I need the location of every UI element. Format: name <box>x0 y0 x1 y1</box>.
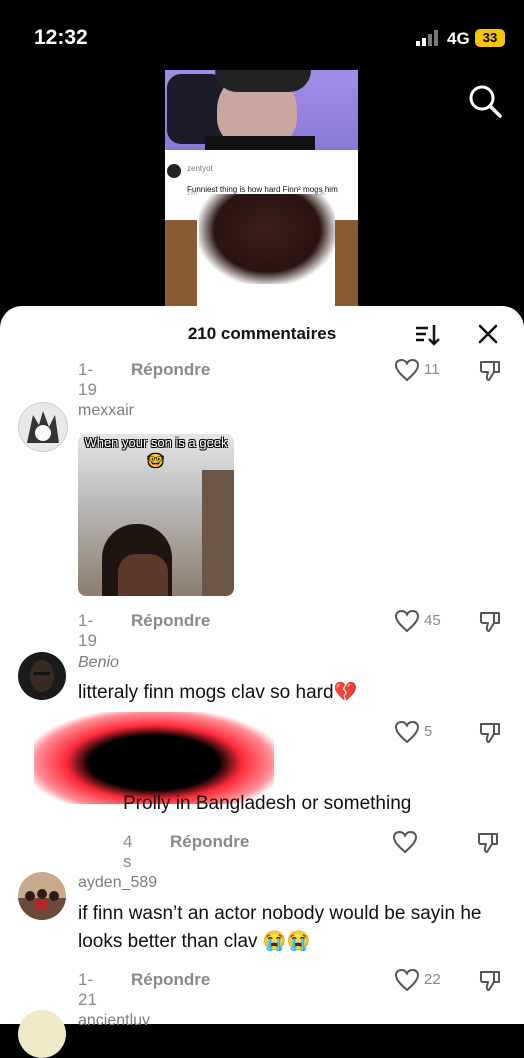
comment-username[interactable]: ayden_589 <box>78 874 157 892</box>
like-button[interactable]: 45 <box>394 609 454 635</box>
video-blur <box>199 194 335 284</box>
heart-icon <box>394 720 420 744</box>
avatar[interactable] <box>18 402 68 452</box>
like-button[interactable]: 22 <box>394 968 454 994</box>
avatar[interactable] <box>18 872 66 920</box>
reply-button[interactable]: Répondre <box>131 970 210 990</box>
status-time: 12:32 <box>34 26 88 49</box>
sort-icon[interactable] <box>414 322 440 348</box>
video-shirt <box>205 136 315 150</box>
dislike-icon[interactable] <box>478 358 502 382</box>
video-wood-left <box>165 220 197 310</box>
comment-text: if finn wasn’t an actor nobody would be … <box>78 903 482 952</box>
comment-username[interactable]: Benio <box>78 654 119 672</box>
gif-caption: When your son is a geek🤓 <box>84 435 228 468</box>
comment-username[interactable]: ancientluv <box>78 1012 150 1030</box>
like-button[interactable]: 5 <box>394 720 454 746</box>
dislike-icon[interactable] <box>478 609 502 633</box>
signal-icon <box>416 30 438 46</box>
comment-text: litteraly finn mogs clav so hard💔 <box>78 682 358 703</box>
heart-icon <box>394 609 420 633</box>
comments-sheet: 210 commentaires 1-19 Répondre 11 mexxai… <box>0 306 524 1058</box>
battery-icon: 33 <box>475 29 505 47</box>
comment-date: 1-19 <box>78 360 97 399</box>
like-count: 45 <box>424 612 441 629</box>
heart-icon <box>394 358 420 382</box>
comment-date: 1-19 <box>78 611 97 650</box>
gif-wall <box>202 470 234 596</box>
reply-button[interactable]: Répondre <box>131 611 210 631</box>
like-count: 5 <box>424 723 433 740</box>
like-count: 22 <box>424 971 441 988</box>
video-wood-right <box>335 220 358 310</box>
network-type: 4G <box>447 29 470 48</box>
gif-face <box>118 554 168 596</box>
reply-text: Prolly in Bangladesh or something <box>123 793 412 814</box>
comment-date: 1-21 <box>78 970 97 1009</box>
video-comment-age: 15h <box>187 191 198 197</box>
comment-date: 4 s <box>123 832 133 871</box>
video-comment-username: zentyot <box>187 164 213 173</box>
dislike-icon[interactable] <box>478 968 502 992</box>
video-comment-avatar <box>167 164 181 178</box>
like-button[interactable]: 11 <box>394 358 454 384</box>
close-icon[interactable] <box>476 322 500 346</box>
dislike-icon[interactable] <box>476 830 500 854</box>
avatar[interactable] <box>18 1010 66 1058</box>
reply-button[interactable]: Répondre <box>131 360 210 380</box>
status-bar: 12:32 4G 33 <box>0 0 524 70</box>
like-button[interactable] <box>392 830 452 856</box>
avatar[interactable] <box>18 652 66 700</box>
like-count: 11 <box>424 361 440 378</box>
video-hair <box>215 70 311 92</box>
comments-count-title: 210 commentaires <box>187 324 337 343</box>
reply-button[interactable]: Répondre <box>170 832 249 852</box>
heart-icon <box>392 830 418 854</box>
comment-gif[interactable]: When your son is a geek🤓 <box>78 434 234 596</box>
search-icon[interactable] <box>468 84 502 118</box>
comment-username[interactable]: mexxair <box>78 402 134 420</box>
video-preview[interactable]: zentyot Funniest thing is how hard Finn²… <box>165 70 358 310</box>
dislike-icon[interactable] <box>478 720 502 744</box>
heart-icon <box>394 968 420 992</box>
